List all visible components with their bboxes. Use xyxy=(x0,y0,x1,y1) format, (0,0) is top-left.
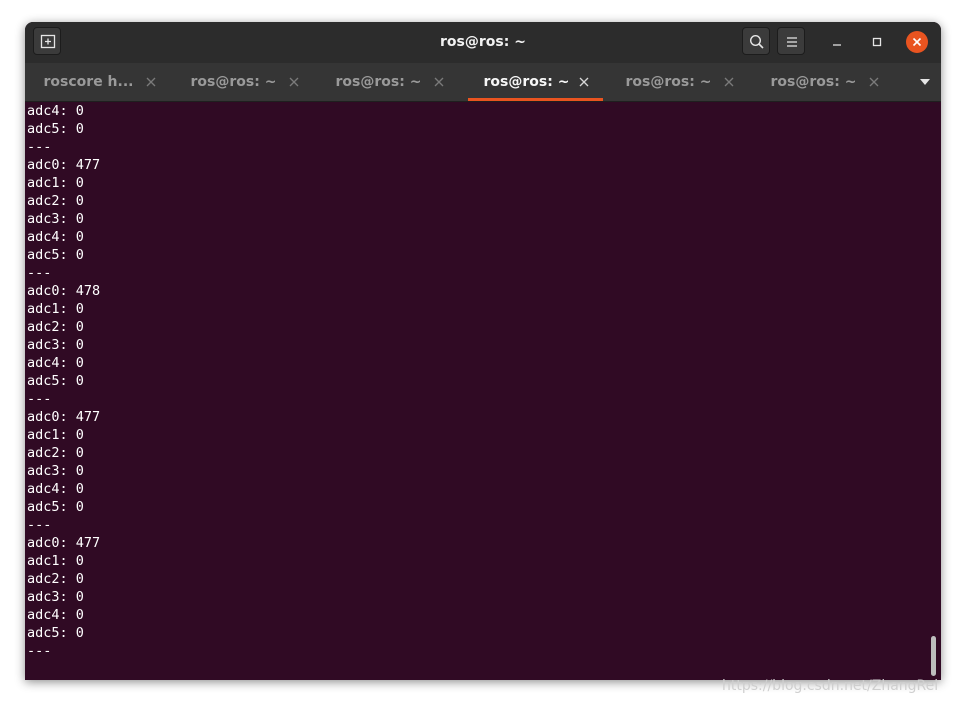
tab-bar: roscore h... ros@ros: ~ ros@ros: ~ ros@r… xyxy=(25,63,941,102)
terminal-line: --- xyxy=(27,517,52,533)
terminal-line: adc4: 0 xyxy=(27,355,84,371)
terminal-line: adc5: 0 xyxy=(27,373,84,389)
hamburger-menu-icon xyxy=(787,37,797,47)
search-button[interactable] xyxy=(742,27,770,55)
terminal-line: adc5: 0 xyxy=(27,247,84,263)
terminal-line: adc3: 0 xyxy=(27,589,84,605)
terminal-line: adc5: 0 xyxy=(27,499,84,515)
terminal-line: adc4: 0 xyxy=(27,103,84,119)
terminal-line: --- xyxy=(27,139,52,155)
terminal-line: adc3: 0 xyxy=(27,337,84,353)
terminal-line: adc4: 0 xyxy=(27,607,84,623)
terminal-line: adc0: 477 xyxy=(27,535,101,551)
terminal-line: adc2: 0 xyxy=(27,193,84,209)
terminal-line: adc1: 0 xyxy=(27,427,84,443)
tab-roscore[interactable]: roscore h... xyxy=(25,63,170,101)
title-bar[interactable]: ros@ros: ~ xyxy=(25,22,941,64)
terminal-line: adc2: 0 xyxy=(27,571,84,587)
watermark: https://blog.csdn.net/ZhangRel xyxy=(722,678,939,694)
terminal-line: adc5: 0 xyxy=(27,121,84,137)
search-icon xyxy=(749,34,764,49)
close-icon[interactable] xyxy=(288,76,300,88)
terminal-output[interactable]: adc4: 0 adc5: 0 --- adc0: 477 adc1: 0 adc2: 0… xyxy=(27,102,917,680)
close-icon[interactable] xyxy=(433,76,445,88)
maximize-icon xyxy=(872,37,882,47)
close-icon xyxy=(912,37,922,47)
close-icon[interactable] xyxy=(578,76,590,88)
terminal-line: adc3: 0 xyxy=(27,211,84,227)
minimize-icon xyxy=(833,44,841,46)
tab-ros-6[interactable]: ros@ros: ~ xyxy=(750,63,895,101)
terminal-line: adc2: 0 xyxy=(27,445,84,461)
terminal-line: adc0: 477 xyxy=(27,409,101,425)
scrollbar-thumb[interactable] xyxy=(931,636,936,676)
close-icon[interactable] xyxy=(868,76,880,88)
menu-button[interactable] xyxy=(777,27,805,55)
tab-ros-2[interactable]: ros@ros: ~ xyxy=(170,63,315,101)
terminal-line: adc5: 0 xyxy=(27,625,84,641)
terminal-line: adc1: 0 xyxy=(27,175,84,191)
terminal-line: --- xyxy=(27,391,52,407)
maximize-button[interactable] xyxy=(866,31,888,53)
tab-ros-5[interactable]: ros@ros: ~ xyxy=(605,63,750,101)
terminal-line: adc2: 0 xyxy=(27,319,84,335)
terminal-line: adc4: 0 xyxy=(27,481,84,497)
minimize-button[interactable] xyxy=(826,31,848,53)
terminal-line: adc3: 0 xyxy=(27,463,84,479)
chevron-down-icon[interactable] xyxy=(919,77,931,87)
tab-ros-active[interactable]: ros@ros: ~ xyxy=(468,63,603,101)
tab-ros-3[interactable]: ros@ros: ~ xyxy=(315,63,460,101)
terminal-line: adc1: 0 xyxy=(27,553,84,569)
close-button[interactable] xyxy=(906,31,928,53)
terminal-line: adc4: 0 xyxy=(27,229,84,245)
terminal-line: adc0: 477 xyxy=(27,157,101,173)
terminal-window: ros@ros: ~ roscore h... ros@ros: ~ ros@r… xyxy=(25,22,941,680)
terminal-line: --- xyxy=(27,265,52,281)
close-icon[interactable] xyxy=(145,76,157,88)
terminal-line: --- xyxy=(27,643,52,659)
terminal-line: adc0: 478 xyxy=(27,283,101,299)
close-icon[interactable] xyxy=(723,76,735,88)
terminal-line: adc1: 0 xyxy=(27,301,84,317)
